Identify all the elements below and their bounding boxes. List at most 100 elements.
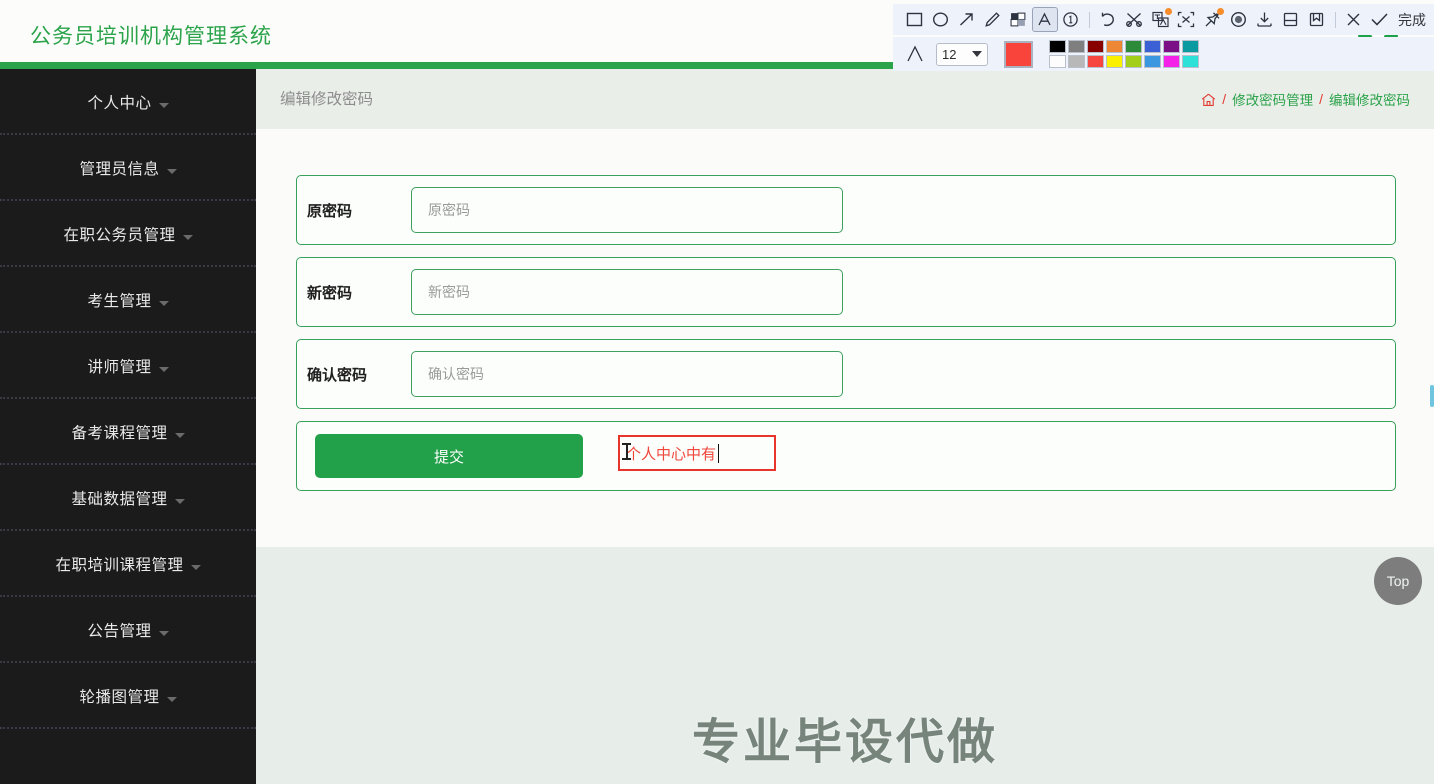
color-swatch-red[interactable] <box>1087 55 1104 68</box>
color-swatch-magenta[interactable] <box>1163 55 1180 68</box>
download-icon[interactable] <box>1251 7 1277 32</box>
sidebar-item-label: 考生管理 <box>87 293 152 310</box>
sidebar-item-label: 讲师管理 <box>87 359 152 376</box>
notification-badge <box>1165 8 1173 15</box>
ocr-extract-icon[interactable] <box>1173 7 1199 32</box>
sidebar-item-3[interactable]: 考生管理 <box>0 267 256 333</box>
text-icon[interactable] <box>1031 7 1058 32</box>
sidebar-item-2[interactable]: 在职公务员管理 <box>0 201 256 267</box>
color-swatch-black[interactable] <box>1049 40 1066 53</box>
color-swatch-light-gray[interactable] <box>1068 55 1085 68</box>
sidebar-item-label: 在职公务员管理 <box>63 227 176 244</box>
chevron-down-icon <box>158 300 169 306</box>
numbered-marker-icon[interactable] <box>1058 7 1084 32</box>
sidebar-item-1[interactable]: 管理员信息 <box>0 135 256 201</box>
color-swatch-yellow[interactable] <box>1106 55 1123 68</box>
form-row-old-password: 原密码 <box>296 175 1396 245</box>
chevron-down-icon <box>972 51 982 57</box>
undo-icon[interactable] <box>1095 7 1121 32</box>
page-header: 编辑修改密码 / 修改密码管理 / 编辑修改密码 <box>256 69 1434 129</box>
color-swatch-blue[interactable] <box>1144 40 1161 53</box>
color-swatch-cyan[interactable] <box>1182 55 1199 68</box>
color-swatch-light-blue[interactable] <box>1144 55 1161 68</box>
color-swatch-green[interactable] <box>1125 40 1142 53</box>
current-color-swatch[interactable] <box>1004 40 1033 68</box>
home-icon[interactable] <box>1201 93 1216 107</box>
old-password-label: 原密码 <box>307 202 353 220</box>
breadcrumb-item-0[interactable]: 修改密码管理 <box>1232 89 1313 109</box>
translate-icon[interactable] <box>1147 7 1173 32</box>
color-swatch-purple[interactable] <box>1163 40 1180 53</box>
confirm-password-input[interactable] <box>411 351 843 397</box>
color-palette-row-2 <box>1049 55 1199 68</box>
annotation-text: 个人中心中有 <box>626 445 717 463</box>
chevron-down-icon <box>158 102 169 108</box>
sidebar-item-4[interactable]: 讲师管理 <box>0 333 256 399</box>
color-swatch-white[interactable] <box>1049 55 1066 68</box>
notification-badge <box>1217 8 1225 15</box>
arrow-icon[interactable] <box>953 7 979 32</box>
sidebar-item-label: 基础数据管理 <box>71 491 168 508</box>
cut-icon[interactable] <box>1121 7 1147 32</box>
breadcrumb: / 修改密码管理 / 编辑修改密码 <box>1201 89 1410 109</box>
sidebar-item-label: 轮播图管理 <box>79 689 160 706</box>
sidebar-item-8[interactable]: 公告管理 <box>0 597 256 663</box>
sidebar-item-label: 公告管理 <box>87 623 152 640</box>
old-password-input[interactable] <box>411 187 843 233</box>
back-to-top-button[interactable]: Top <box>1374 557 1422 605</box>
screenshot-toolbar: 完成 <box>893 4 1434 35</box>
sidebar-item-7[interactable]: 在职培训课程管理 <box>0 531 256 597</box>
color-palette <box>1049 40 1199 68</box>
sidebar-item-label: 管理员信息 <box>79 161 160 178</box>
text-caret <box>718 443 720 463</box>
footer-area: 专业毕设代做 Top <box>256 547 1434 784</box>
ellipse-icon[interactable] <box>927 7 953 32</box>
sidebar-item-label: 在职培训课程管理 <box>55 557 184 574</box>
chevron-down-icon <box>166 696 177 702</box>
rectangle-icon[interactable] <box>901 7 927 32</box>
chevron-down-icon <box>166 168 177 174</box>
pen-icon[interactable] <box>979 7 1005 32</box>
sidebar-item-6[interactable]: 基础数据管理 <box>0 465 256 531</box>
sidebar-item-0[interactable]: 个人中心 <box>0 69 256 135</box>
watermark-text: 专业毕设代做 <box>691 716 998 769</box>
font-size-value: 12 <box>942 46 957 62</box>
new-password-label: 新密码 <box>307 284 353 302</box>
color-swatch-yellow-green[interactable] <box>1125 55 1142 68</box>
record-icon[interactable] <box>1225 7 1251 32</box>
chevron-down-icon <box>174 432 185 438</box>
annotation-text-box[interactable]: 个人中心中有 <box>618 435 776 471</box>
vertical-scrollbar-thumb[interactable] <box>1430 385 1434 407</box>
font-size-select[interactable]: 12 <box>936 42 988 66</box>
pin-icon[interactable] <box>1199 7 1225 32</box>
chevron-down-icon <box>190 564 201 570</box>
save-icon[interactable] <box>1278 7 1304 32</box>
close-icon[interactable] <box>1341 7 1367 32</box>
new-password-input[interactable] <box>411 269 843 315</box>
back-to-top-label: Top <box>1386 573 1410 589</box>
sidebar-item-9[interactable]: 轮播图管理 <box>0 663 256 729</box>
confirm-password-label: 确认密码 <box>307 366 368 384</box>
content-area: 原密码 新密码 确认密码 提交 <box>256 129 1434 547</box>
page-title: 编辑修改密码 <box>280 91 374 108</box>
done-button-label[interactable]: 完成 <box>1398 10 1426 30</box>
sidebar-item-label: 个人中心 <box>87 95 152 112</box>
toolbar-divider <box>1334 11 1336 28</box>
bookmark-icon[interactable] <box>1304 7 1330 32</box>
breadcrumb-separator: / <box>1319 91 1323 107</box>
color-swatch-orange[interactable] <box>1106 40 1123 53</box>
toolbar-divider <box>1088 11 1090 28</box>
screen-root: 公务员培训机构管理系统 个人中心 管理员信息 在职公务员管理 考生管理 讲师管理… <box>0 0 1434 784</box>
check-icon[interactable] <box>1367 7 1393 32</box>
form-row-confirm-password: 确认密码 <box>296 339 1396 409</box>
mosaic-icon[interactable] <box>1005 7 1031 32</box>
form-row-actions: 提交 <box>296 421 1396 491</box>
color-swatch-gray[interactable] <box>1068 40 1085 53</box>
color-palette-row-1 <box>1049 40 1199 53</box>
color-swatch-teal[interactable] <box>1182 40 1199 53</box>
color-swatch-dark-red[interactable] <box>1087 40 1104 53</box>
submit-button[interactable]: 提交 <box>315 434 583 478</box>
sidebar-item-5[interactable]: 备考课程管理 <box>0 399 256 465</box>
chevron-down-icon <box>158 630 169 636</box>
screenshot-text-options: 12 <box>893 37 1434 71</box>
